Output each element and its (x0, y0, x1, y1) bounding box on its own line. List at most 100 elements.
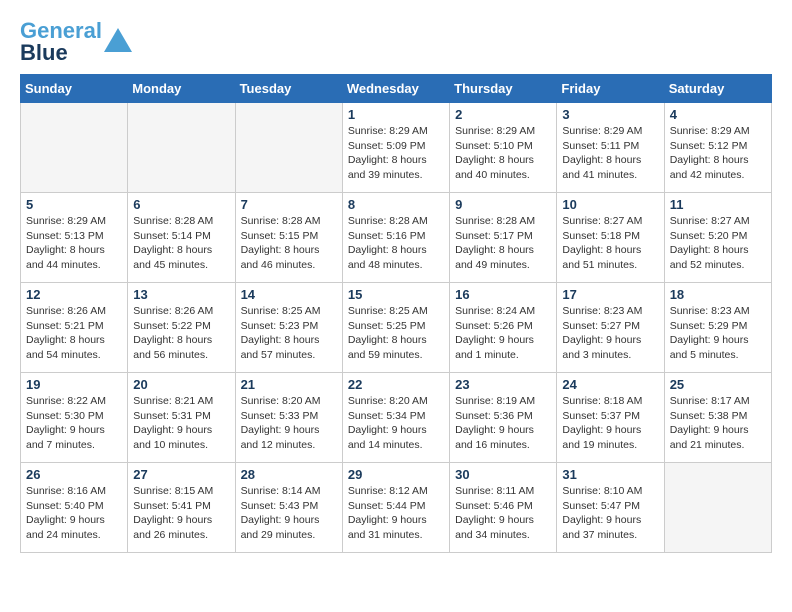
day-number: 19 (26, 377, 122, 392)
logo-icon (104, 24, 132, 52)
day-number: 12 (26, 287, 122, 302)
day-info: Sunrise: 8:19 AM Sunset: 5:36 PM Dayligh… (455, 394, 551, 453)
day-number: 21 (241, 377, 337, 392)
day-header-monday: Monday (128, 75, 235, 103)
day-info: Sunrise: 8:23 AM Sunset: 5:27 PM Dayligh… (562, 304, 658, 363)
day-number: 29 (348, 467, 444, 482)
day-info: Sunrise: 8:10 AM Sunset: 5:47 PM Dayligh… (562, 484, 658, 543)
calendar-cell (235, 103, 342, 193)
day-number: 2 (455, 107, 551, 122)
calendar-cell: 31 Sunrise: 8:10 AM Sunset: 5:47 PM Dayli… (557, 463, 664, 553)
day-number: 6 (133, 197, 229, 212)
calendar-cell: 11 Sunrise: 8:27 AM Sunset: 5:20 PM Dayli… (664, 193, 771, 283)
calendar-cell: 9 Sunrise: 8:28 AM Sunset: 5:17 PM Daylig… (450, 193, 557, 283)
day-info: Sunrise: 8:28 AM Sunset: 5:16 PM Dayligh… (348, 214, 444, 273)
calendar-cell: 1 Sunrise: 8:29 AM Sunset: 5:09 PM Daylig… (342, 103, 449, 193)
day-number: 4 (670, 107, 766, 122)
calendar-cell: 10 Sunrise: 8:27 AM Sunset: 5:18 PM Dayli… (557, 193, 664, 283)
day-number: 18 (670, 287, 766, 302)
day-header-sunday: Sunday (21, 75, 128, 103)
day-info: Sunrise: 8:24 AM Sunset: 5:26 PM Dayligh… (455, 304, 551, 363)
day-number: 13 (133, 287, 229, 302)
day-number: 24 (562, 377, 658, 392)
day-number: 31 (562, 467, 658, 482)
calendar-cell: 26Sunrise: 8:16 AM Sunset: 5:40 PM Dayli… (21, 463, 128, 553)
day-header-friday: Friday (557, 75, 664, 103)
day-header-wednesday: Wednesday (342, 75, 449, 103)
calendar-cell: 24 Sunrise: 8:18 AM Sunset: 5:37 PM Dayli… (557, 373, 664, 463)
day-info: Sunrise: 8:18 AM Sunset: 5:37 PM Dayligh… (562, 394, 658, 453)
calendar-cell: 19 Sunrise: 8:22 AM Sunset: 5:30 PM Dayli… (21, 373, 128, 463)
calendar-cell: 21Sunrise: 8:20 AM Sunset: 5:33 PM Dayli… (235, 373, 342, 463)
calendar-cell: 7Sunrise: 8:28 AM Sunset: 5:15 PM Daylig… (235, 193, 342, 283)
day-number: 17 (562, 287, 658, 302)
day-number: 1 (348, 107, 444, 122)
calendar-cell: 17 Sunrise: 8:23 AM Sunset: 5:27 PM Dayli… (557, 283, 664, 373)
calendar-cell: 16 Sunrise: 8:24 AM Sunset: 5:26 PM Dayli… (450, 283, 557, 373)
calendar-cell: 25Sunrise: 8:17 AM Sunset: 5:38 PM Dayli… (664, 373, 771, 463)
day-number: 14 (241, 287, 337, 302)
day-info: Sunrise: 8:26 AM Sunset: 5:21 PM Dayligh… (26, 304, 122, 363)
day-info: Sunrise: 8:28 AM Sunset: 5:14 PM Dayligh… (133, 214, 229, 273)
day-info: Sunrise: 8:29 AM Sunset: 5:09 PM Dayligh… (348, 124, 444, 183)
week-row-3: 12 Sunrise: 8:26 AM Sunset: 5:21 PM Dayli… (21, 283, 772, 373)
logo: GeneralBlue (20, 20, 132, 64)
day-number: 5 (26, 197, 122, 212)
day-number: 26 (26, 467, 122, 482)
calendar-table: SundayMondayTuesdayWednesdayThursdayFrid… (20, 74, 772, 553)
calendar-cell: 28Sunrise: 8:14 AM Sunset: 5:43 PM Dayli… (235, 463, 342, 553)
day-info: Sunrise: 8:14 AM Sunset: 5:43 PM Dayligh… (241, 484, 337, 543)
day-number: 3 (562, 107, 658, 122)
day-number: 15 (348, 287, 444, 302)
day-header-thursday: Thursday (450, 75, 557, 103)
day-info: Sunrise: 8:20 AM Sunset: 5:34 PM Dayligh… (348, 394, 444, 453)
day-number: 30 (455, 467, 551, 482)
day-number: 23 (455, 377, 551, 392)
day-info: Sunrise: 8:27 AM Sunset: 5:20 PM Dayligh… (670, 214, 766, 273)
calendar-cell: 14 Sunrise: 8:25 AM Sunset: 5:23 PM Dayli… (235, 283, 342, 373)
day-info: Sunrise: 8:22 AM Sunset: 5:30 PM Dayligh… (26, 394, 122, 453)
day-info: Sunrise: 8:27 AM Sunset: 5:18 PM Dayligh… (562, 214, 658, 273)
day-number: 16 (455, 287, 551, 302)
calendar-cell: 2 Sunrise: 8:29 AM Sunset: 5:10 PM Daylig… (450, 103, 557, 193)
day-info: Sunrise: 8:15 AM Sunset: 5:41 PM Dayligh… (133, 484, 229, 543)
calendar-cell: 27 Sunrise: 8:15 AM Sunset: 5:41 PM Dayli… (128, 463, 235, 553)
page-header: GeneralBlue (20, 20, 772, 64)
week-row-1: 1 Sunrise: 8:29 AM Sunset: 5:09 PM Daylig… (21, 103, 772, 193)
day-number: 10 (562, 197, 658, 212)
day-header-saturday: Saturday (664, 75, 771, 103)
day-info: Sunrise: 8:11 AM Sunset: 5:46 PM Dayligh… (455, 484, 551, 543)
calendar-header-row: SundayMondayTuesdayWednesdayThursdayFrid… (21, 75, 772, 103)
calendar-cell (21, 103, 128, 193)
calendar-cell: 22 Sunrise: 8:20 AM Sunset: 5:34 PM Dayli… (342, 373, 449, 463)
day-info: Sunrise: 8:17 AM Sunset: 5:38 PM Dayligh… (670, 394, 766, 453)
logo-text: GeneralBlue (20, 20, 102, 64)
day-number: 7 (241, 197, 337, 212)
calendar-cell: 4 Sunrise: 8:29 AM Sunset: 5:12 PM Daylig… (664, 103, 771, 193)
week-row-2: 5 Sunrise: 8:29 AM Sunset: 5:13 PM Daylig… (21, 193, 772, 283)
day-info: Sunrise: 8:29 AM Sunset: 5:10 PM Dayligh… (455, 124, 551, 183)
calendar-cell: 23 Sunrise: 8:19 AM Sunset: 5:36 PM Dayli… (450, 373, 557, 463)
day-info: Sunrise: 8:29 AM Sunset: 5:13 PM Dayligh… (26, 214, 122, 273)
calendar-cell (664, 463, 771, 553)
day-number: 8 (348, 197, 444, 212)
day-number: 9 (455, 197, 551, 212)
calendar-cell: 12 Sunrise: 8:26 AM Sunset: 5:21 PM Dayli… (21, 283, 128, 373)
calendar-cell: 29Sunrise: 8:12 AM Sunset: 5:44 PM Dayli… (342, 463, 449, 553)
week-row-5: 26Sunrise: 8:16 AM Sunset: 5:40 PM Dayli… (21, 463, 772, 553)
day-header-tuesday: Tuesday (235, 75, 342, 103)
calendar-cell: 13 Sunrise: 8:26 AM Sunset: 5:22 PM Dayli… (128, 283, 235, 373)
day-info: Sunrise: 8:28 AM Sunset: 5:17 PM Dayligh… (455, 214, 551, 273)
day-info: Sunrise: 8:25 AM Sunset: 5:23 PM Dayligh… (241, 304, 337, 363)
day-info: Sunrise: 8:25 AM Sunset: 5:25 PM Dayligh… (348, 304, 444, 363)
day-info: Sunrise: 8:23 AM Sunset: 5:29 PM Dayligh… (670, 304, 766, 363)
day-number: 11 (670, 197, 766, 212)
calendar-cell: 18 Sunrise: 8:23 AM Sunset: 5:29 PM Dayli… (664, 283, 771, 373)
day-number: 22 (348, 377, 444, 392)
day-info: Sunrise: 8:29 AM Sunset: 5:12 PM Dayligh… (670, 124, 766, 183)
day-info: Sunrise: 8:21 AM Sunset: 5:31 PM Dayligh… (133, 394, 229, 453)
day-info: Sunrise: 8:26 AM Sunset: 5:22 PM Dayligh… (133, 304, 229, 363)
day-number: 20 (133, 377, 229, 392)
day-number: 27 (133, 467, 229, 482)
calendar-cell: 20 Sunrise: 8:21 AM Sunset: 5:31 PM Dayli… (128, 373, 235, 463)
